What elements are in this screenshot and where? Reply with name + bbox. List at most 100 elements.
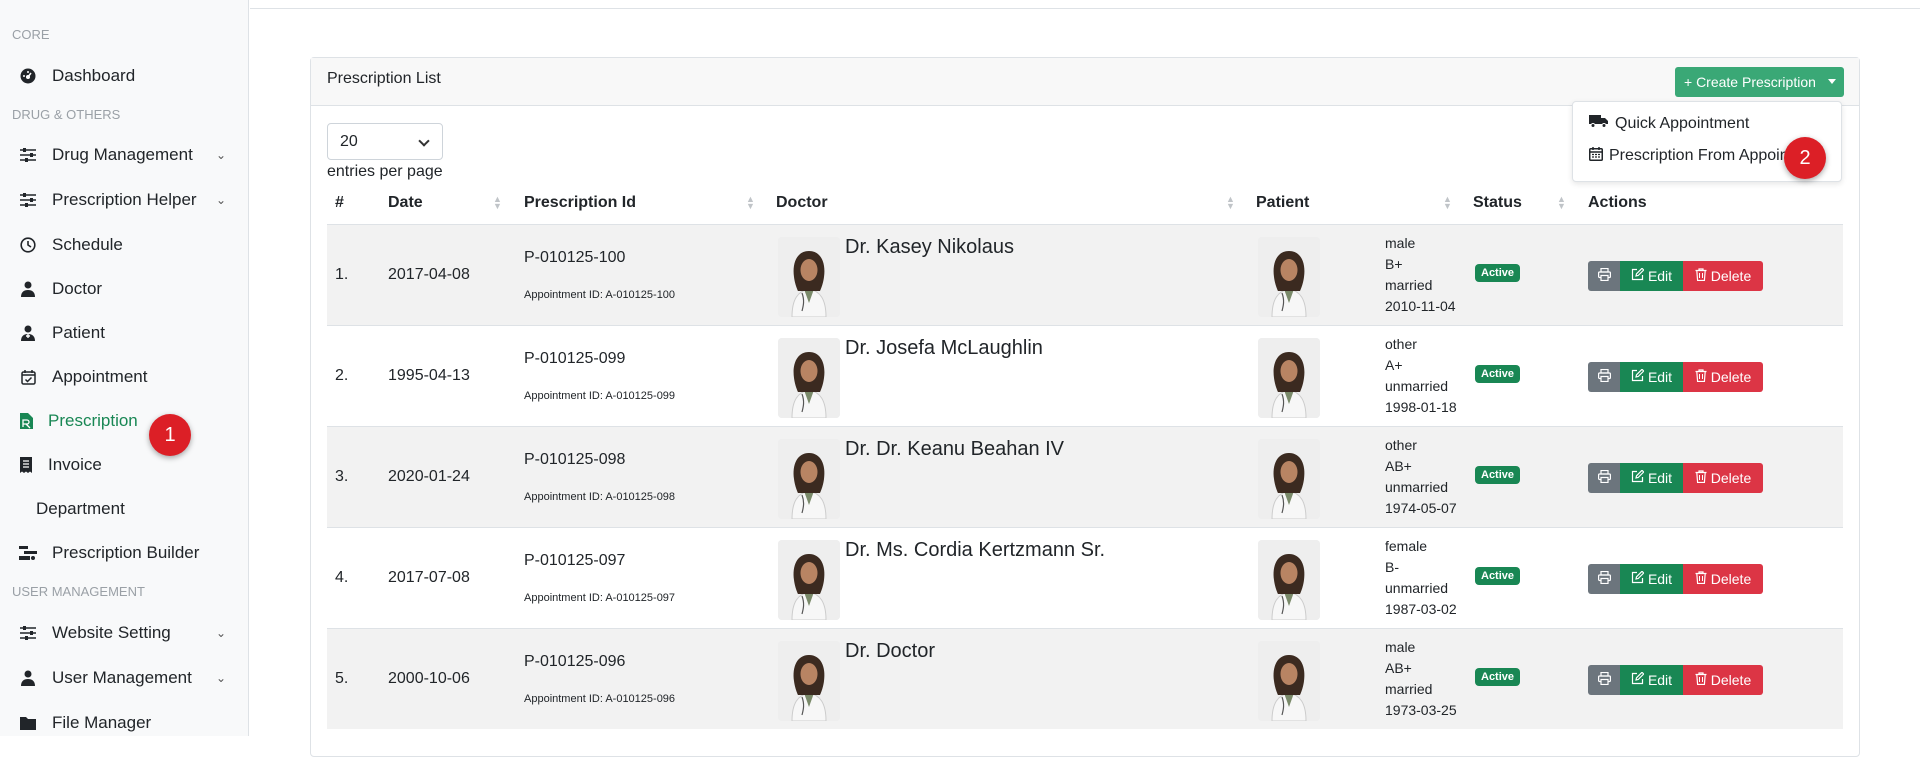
sidebar-heading-core: CORE <box>12 27 50 42</box>
patient-avatar <box>1258 439 1320 519</box>
sidebar-item-prescription-builder[interactable]: Prescription Builder <box>0 535 249 571</box>
delete-button[interactable]: Delete <box>1683 261 1763 291</box>
sidebar-item-invoice[interactable]: Invoice <box>0 447 249 483</box>
sidebar-item-website-setting[interactable]: Website Setting ⌄ <box>0 615 249 651</box>
patient-icon <box>19 324 37 342</box>
sidebar-item-prescription-helper[interactable]: Prescription Helper ⌄ <box>0 182 249 218</box>
sort-icon[interactable]: ▲ ▼ <box>493 195 502 211</box>
print-button[interactable] <box>1588 665 1620 695</box>
sidebar-item-user-management[interactable]: User Management ⌄ <box>0 660 249 696</box>
status-badge: Active <box>1475 668 1521 686</box>
chevron-down-icon: ⌄ <box>216 193 227 207</box>
dropdown-item-quick-appointment[interactable]: Quick Appointment <box>1589 114 1749 133</box>
table-row: 1. 2017-04-08 P-010125-100 Appointment ID: … <box>327 224 1843 325</box>
status-badge: Active <box>1475 365 1521 383</box>
calendar-icon <box>1589 146 1603 166</box>
patient-avatar <box>1258 237 1320 317</box>
sliders-icon <box>19 624 37 642</box>
trash-icon <box>1695 369 1707 385</box>
edit-button[interactable]: Edit <box>1620 261 1683 291</box>
table-header: # Date ▲ ▼ Prescription Id ▲ ▼ Doctor ▲ ▼ P… <box>327 190 1843 224</box>
row-prescription-id: P-010125-096 <box>524 653 626 670</box>
row-number: 2. <box>335 367 349 384</box>
step-badge-2: 2 <box>1784 137 1826 179</box>
print-button[interactable] <box>1588 362 1620 392</box>
sort-icon[interactable]: ▲ ▼ <box>1226 195 1235 211</box>
row-actions: Edit Delete <box>1588 564 1763 594</box>
row-number: 3. <box>335 468 349 485</box>
row-doctor-name[interactable]: Dr. Doctor <box>845 640 935 663</box>
sidebar-item-label: Prescription Helper <box>52 190 197 209</box>
patient-info: other AB+ unmarried 1974-05-07 <box>1385 435 1457 519</box>
sidebar-item-label: File Manager <box>52 713 152 732</box>
delete-label: Delete <box>1710 268 1752 284</box>
delete-button[interactable]: Delete <box>1683 463 1763 493</box>
edit-icon <box>1631 570 1645 587</box>
column-header-patient[interactable]: Patient <box>1256 194 1309 212</box>
trash-icon <box>1695 672 1707 688</box>
sidebar-item-drug-management[interactable]: Drug Management ⌄ <box>0 137 249 173</box>
print-button[interactable] <box>1588 564 1620 594</box>
edit-button[interactable]: Edit <box>1620 564 1683 594</box>
patient-gender: other <box>1385 336 1417 352</box>
sidebar-item-patient[interactable]: Patient <box>0 315 249 351</box>
row-doctor-name[interactable]: Dr. Dr. Keanu Beahan IV <box>845 438 1064 461</box>
status-badge: Active <box>1475 567 1521 585</box>
sidebar-item-label: Department <box>36 499 125 518</box>
edit-button[interactable]: Edit <box>1620 665 1683 695</box>
row-doctor-name[interactable]: Dr. Josefa McLaughlin <box>845 337 1043 360</box>
print-icon <box>1597 570 1611 587</box>
step-badge-1: 1 <box>149 414 191 456</box>
sidebar-item-department[interactable]: Department <box>0 491 249 527</box>
status-badge: Active <box>1475 264 1521 282</box>
trash-icon <box>1695 268 1707 284</box>
sidebar-item-doctor[interactable]: Doctor <box>0 271 249 307</box>
file-prescription-icon <box>17 412 35 430</box>
calendar-check-icon <box>19 368 37 386</box>
column-header-status[interactable]: Status <box>1473 194 1522 212</box>
sort-icon[interactable]: ▲ ▼ <box>1557 195 1566 211</box>
print-button[interactable] <box>1588 261 1620 291</box>
sidebar-item-label: User Management <box>52 668 192 687</box>
patient-dob: 1998-01-18 <box>1385 399 1457 415</box>
row-number: 4. <box>335 569 349 586</box>
column-header-date[interactable]: Date <box>388 194 423 212</box>
entries-per-page-label: entries per page <box>327 163 443 180</box>
column-header-number: # <box>335 194 344 211</box>
sidebar-item-prescription[interactable]: Prescription <box>0 403 249 439</box>
column-header-prescription-id[interactable]: Prescription Id <box>524 194 636 212</box>
patient-info: other A+ unmarried 1998-01-18 <box>1385 334 1457 418</box>
row-doctor-name[interactable]: Dr. Kasey Nikolaus <box>845 236 1014 259</box>
sidebar-item-label: Website Setting <box>52 623 171 642</box>
delete-button[interactable]: Delete <box>1683 362 1763 392</box>
create-prescription-button[interactable]: + Create Prescription <box>1675 67 1844 97</box>
row-doctor-name[interactable]: Dr. Ms. Cordia Kertzmann Sr. <box>845 539 1105 562</box>
edit-label: Edit <box>1647 268 1673 284</box>
sidebar-item-dashboard[interactable]: Dashboard <box>0 58 249 94</box>
row-appointment-id: Appointment ID: A-010125-100 <box>524 289 676 301</box>
patient-dob: 2010-11-04 <box>1385 298 1456 314</box>
patient-info: male AB+ married 1973-03-25 <box>1385 637 1457 721</box>
table-row: 4. 2017-07-08 P-010125-097 Appointment ID: … <box>327 527 1843 628</box>
doctor-avatar <box>778 641 840 721</box>
column-header-doctor[interactable]: Doctor <box>776 194 828 212</box>
row-appointment-id: Appointment ID: A-010125-099 <box>524 390 676 402</box>
sidebar-item-schedule[interactable]: Schedule <box>0 227 249 263</box>
dropdown-item-prescription-from-appointment[interactable]: Prescription From Appoin <box>1589 146 1789 166</box>
delete-button[interactable]: Delete <box>1683 665 1763 695</box>
sort-icon[interactable]: ▲ ▼ <box>746 195 755 211</box>
print-icon <box>1597 671 1611 688</box>
truck-icon <box>1589 114 1609 133</box>
delete-button[interactable]: Delete <box>1683 564 1763 594</box>
sort-icon[interactable]: ▲ ▼ <box>1443 195 1452 211</box>
receipt-icon <box>17 456 35 474</box>
sidebar-item-label: Patient <box>52 323 105 342</box>
entries-per-page-select[interactable]: 20 <box>327 123 443 160</box>
edit-button[interactable]: Edit <box>1620 362 1683 392</box>
sidebar-item-appointment[interactable]: Appointment <box>0 359 249 395</box>
doctor-avatar <box>778 439 840 519</box>
patient-blood-group: AB+ <box>1385 458 1412 474</box>
print-button[interactable] <box>1588 463 1620 493</box>
patient-dob: 1974-05-07 <box>1385 500 1457 516</box>
edit-button[interactable]: Edit <box>1620 463 1683 493</box>
